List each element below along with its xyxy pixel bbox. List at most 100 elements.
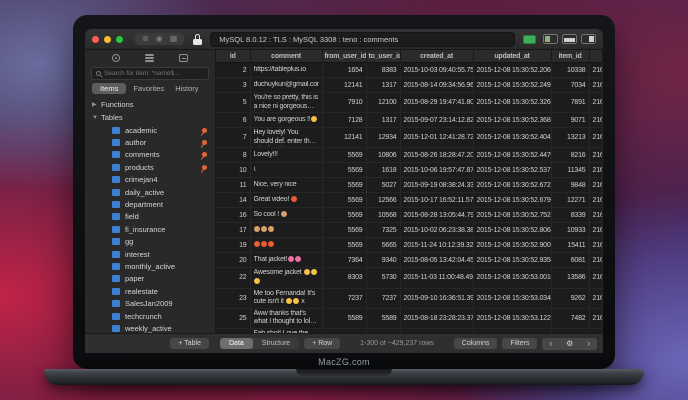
table-row[interactable]: 20That jacket!736493402015-08-05 13:42:0…	[216, 253, 603, 268]
cell-from_user_id[interactable]: 8303	[322, 268, 366, 288]
minimize-window-button[interactable]	[104, 36, 111, 43]
column-header-item_id[interactable]: item_id	[551, 50, 589, 63]
cell-created_at[interactable]: 2015-09-19 08:38:24.337	[400, 178, 473, 193]
cell-to_user_id[interactable]: 5665	[366, 238, 400, 253]
cell-to_user_id[interactable]: 1317	[366, 113, 400, 128]
cell-id[interactable]: 25	[216, 308, 250, 328]
zoom-window-button[interactable]	[116, 36, 123, 43]
cell-updated_at[interactable]: 2015-12-08 15:30:52.9354...	[473, 253, 551, 268]
cell-from_user_id[interactable]: 5589	[322, 308, 366, 328]
cell-comment[interactable]: Awesome jacket	[250, 268, 322, 288]
table-row[interactable]: 16So cool ! 5569105682015-08-28 13:05:44…	[216, 208, 603, 223]
cell-to_user_id[interactable]: 9340	[366, 253, 400, 268]
table-row[interactable]: 17556973252015-10-02 06:23:38.3842015-12…	[216, 223, 603, 238]
cell-item_id[interactable]: 11345	[551, 163, 589, 178]
tab-structure[interactable]: Structure	[253, 338, 299, 349]
sidebar-item-weekly_active[interactable]: weekly_active	[85, 322, 215, 333]
cell-created_at[interactable]: 2015-08-29 19:47:41.801	[400, 93, 473, 113]
prev-page-icon[interactable]: ‹	[542, 338, 559, 350]
column-header-comment[interactable]: comment	[250, 50, 322, 63]
column-header-to_user_id[interactable]: to_user_id	[366, 50, 400, 63]
cell-created_at[interactable]: 2015-08-26 18:28:47.204	[400, 148, 473, 163]
sidebar-item-field[interactable]: field	[85, 211, 215, 223]
cell-from_user_id[interactable]: 7128	[322, 113, 366, 128]
column-header-cutoff[interactable]	[589, 50, 603, 63]
cell-from_user_id[interactable]: 5569	[322, 208, 366, 223]
cell-item_id[interactable]: 15411	[551, 238, 589, 253]
cell-created_at[interactable]: 2015-10-17 16:52:11.573	[400, 193, 473, 208]
sidebar-item-interest[interactable]: interest	[85, 248, 215, 260]
cell-id[interactable]: 7	[216, 128, 250, 148]
cell-id[interactable]: 8	[216, 148, 250, 163]
cell-comment[interactable]: \	[250, 163, 322, 178]
cell-updated_at[interactable]: 2015-12-08 15:30:52.3685...	[473, 113, 551, 128]
cell-from_user_id[interactable]: 5569	[322, 148, 366, 163]
cell-updated_at[interactable]: 2015-12-08 15:30:53.122927	[473, 308, 551, 328]
cell-updated_at[interactable]: 2015-12-08 15:30:52.2066...	[473, 63, 551, 78]
cell-created_at[interactable]: 2015-08-18 23:28:23.379	[400, 308, 473, 328]
cell-updated_at[interactable]: 2015-12-08 15:30:52.4041...	[473, 128, 551, 148]
column-header-updated_at[interactable]: updated_at	[473, 50, 551, 63]
cell-cutoff[interactable]: 216	[589, 163, 603, 178]
table-row[interactable]: 19556956652015-11-24 10:12:39.3222015-12…	[216, 238, 603, 253]
cell-item_id[interactable]: 13586	[551, 268, 589, 288]
console-icon[interactable]	[179, 54, 188, 62]
table-row[interactable]: 25Aww thanks that's what I thought to lo…	[216, 308, 603, 328]
close-window-button[interactable]	[92, 36, 99, 43]
cell-id[interactable]: 5	[216, 93, 250, 113]
cell-to_user_id[interactable]: 12566	[366, 193, 400, 208]
cell-created_at[interactable]: 2015-12-01 12:41:28.722	[400, 128, 473, 148]
cell-from_user_id[interactable]: 7364	[322, 253, 366, 268]
cell-cutoff[interactable]: 216	[589, 223, 603, 238]
cell-item_id[interactable]: 7482	[551, 308, 589, 328]
cell-item_id[interactable]: 6081	[551, 253, 589, 268]
table-row[interactable]: 10\556916182015-10-06 19:57:47.8722015-1…	[216, 163, 603, 178]
add-row-button[interactable]: + Row	[304, 338, 340, 349]
tab-items[interactable]: Items	[92, 83, 126, 94]
cell-id[interactable]: 11	[216, 178, 250, 193]
cell-id[interactable]: 16	[216, 208, 250, 223]
sidebar-search-input[interactable]: Search for item: *name$...	[91, 67, 209, 80]
sidebar-item-SalesJan2009[interactable]: SalesJan2009	[85, 297, 215, 309]
cell-comment[interactable]: duchuykun@gmail.com	[250, 78, 322, 93]
cell-id[interactable]: 6	[216, 113, 250, 128]
cell-to_user_id[interactable]: 5730	[366, 268, 400, 288]
cell-cutoff[interactable]: 216	[589, 208, 603, 223]
cell-to_user_id[interactable]: 7325	[366, 223, 400, 238]
cell-to_user_id[interactable]: 1618	[366, 163, 400, 178]
tab-history[interactable]: History	[171, 83, 202, 94]
cell-cutoff[interactable]: 216	[589, 288, 603, 308]
cancel-query-icon[interactable]: ⊗	[142, 34, 149, 44]
cell-from_user_id[interactable]: 1654	[322, 63, 366, 78]
sidebar-section-functions[interactable]: ▶ Functions	[85, 98, 215, 111]
cell-to_user_id[interactable]: 10568	[366, 208, 400, 223]
table-row[interactable]: 2https://tableplus.io165483832015-10-03 …	[216, 63, 603, 78]
cell-item_id[interactable]: 10338	[551, 63, 589, 78]
cell-item_id[interactable]: 7034	[551, 78, 589, 93]
cell-cutoff[interactable]: 216	[589, 308, 603, 328]
table-row[interactable]: 8Lovely!!!5569108062015-08-26 18:28:47.2…	[216, 148, 603, 163]
sidebar-item-comments[interactable]: comments	[85, 149, 215, 161]
sidebar-item-products[interactable]: products	[85, 161, 215, 173]
cell-comment[interactable]: Great video!	[250, 193, 322, 208]
cell-updated_at[interactable]: 2015-12-08 15:30:53.0340...	[473, 288, 551, 308]
cell-comment[interactable]: Me too Fernanda! It's cute isn't it x	[250, 288, 322, 308]
column-header-from_user_id[interactable]: from_user_id	[322, 50, 366, 63]
toggle-sidebar-icon[interactable]	[543, 34, 558, 44]
cell-cutoff[interactable]: 216	[589, 238, 603, 253]
tab-favorites[interactable]: Favorites	[129, 83, 168, 94]
cell-comment[interactable]: So cool !	[250, 208, 322, 223]
cell-comment[interactable]: Nice, very nice	[250, 178, 322, 193]
cell-item_id[interactable]: 9848	[551, 178, 589, 193]
cell-created_at[interactable]: 2015-10-03 09:40:55.756	[400, 63, 473, 78]
table-row[interactable]: 22Awesome jacket 830357302015-11-03 11:0…	[216, 268, 603, 288]
settings-gear-icon[interactable]: ⚙	[559, 338, 580, 350]
cell-from_user_id[interactable]: 5569	[322, 193, 366, 208]
cell-cutoff[interactable]: 216	[589, 148, 603, 163]
cell-comment[interactable]: You're so pretty, this is a nice ni gorg…	[250, 93, 322, 113]
table-row[interactable]: 23Me too Fernanda! It's cute isn't it x7…	[216, 288, 603, 308]
toggle-bottom-panel-icon[interactable]	[562, 34, 577, 44]
cell-cutoff[interactable]: 216	[589, 193, 603, 208]
cell-item_id[interactable]: 8339	[551, 208, 589, 223]
sidebar-item-realestate[interactable]: realestate	[85, 285, 215, 297]
